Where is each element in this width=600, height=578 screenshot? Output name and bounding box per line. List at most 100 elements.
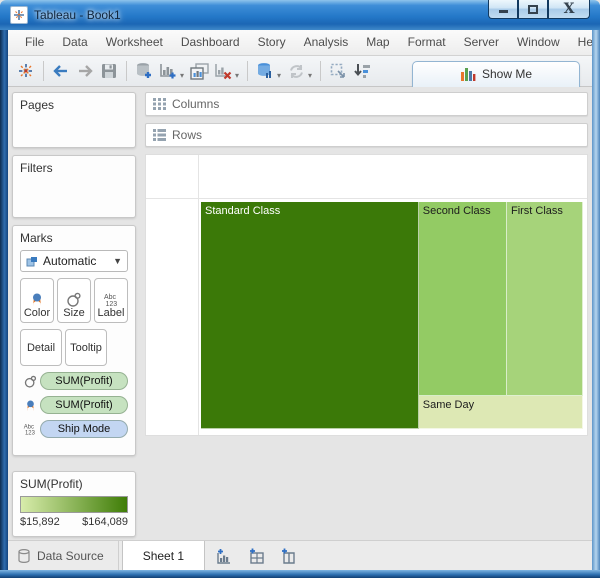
minimize-button[interactable] [488,0,518,19]
tableau-logo-icon [13,9,25,21]
save-button[interactable] [97,59,121,83]
menu-server[interactable]: Server [455,30,508,55]
tooltip-button[interactable]: Tooltip [65,329,107,366]
caption-buttons: X [488,0,590,19]
data-source-tab[interactable]: Data Source [8,541,119,570]
highlight-button[interactable] [326,59,350,83]
clear-sheet-button[interactable] [211,59,235,83]
marks-card: Marks Automatic ▼ [12,225,136,456]
tableau-sparkle-icon [17,62,35,80]
sheet1-tab[interactable]: Sheet 1 [122,541,205,570]
gridline [146,198,587,199]
treemap-node-second-class[interactable]: Second Class [419,202,507,396]
pages-shelf[interactable]: Pages [12,92,136,148]
pill-sum-profit-color[interactable]: SUM(Profit) [40,396,128,414]
size-button[interactable]: Size [57,278,91,323]
data-source-tab-label: Data Source [37,549,104,563]
legend-labels: $15,892 $164,089 [20,516,128,528]
view-data-dropdown-caret[interactable]: ▾ [277,71,281,80]
marks-buttons-row1: Color Size Abc 123 Lab [20,278,128,323]
legend-gradient [20,496,128,513]
menu-worksheet[interactable]: Worksheet [97,30,172,55]
new-worksheet-button[interactable] [156,59,180,83]
menu-file[interactable]: File [16,30,53,55]
toolbar-separator [247,61,248,81]
detail-button[interactable]: Detail [20,329,62,366]
menu-bar: File Data Worksheet Dashboard Story Anal… [8,30,592,56]
menu-map[interactable]: Map [357,30,398,55]
menu-dashboard[interactable]: Dashboard [172,30,249,55]
undo-button[interactable] [49,59,73,83]
toolbar-separator [320,61,321,81]
menu-story[interactable]: Story [249,30,295,55]
tableau-app-icon [10,6,28,24]
new-worksheet-tab-button[interactable] [211,541,237,570]
sort-button[interactable] [350,59,374,83]
view-data-button[interactable] [253,59,277,83]
treemap: Standard Class Second Class First Class … [201,202,583,429]
rows-shelf-label: Rows [172,128,202,142]
undo-arrow-icon [52,64,70,78]
color-legend-card[interactable]: SUM(Profit) $15,892 $164,089 [12,471,136,537]
mark-type-dropdown[interactable]: Automatic ▼ [20,250,128,272]
toolbar: ▾ ▾ ▾ [8,56,592,87]
size-icon [65,292,83,307]
refresh-icon [288,63,305,80]
toolbar-separator [43,61,44,81]
label-label: Label [98,307,125,319]
worksheet-view[interactable]: Standard Class Second Class First Class … [145,154,588,436]
duplicate-sheet-icon [190,63,209,80]
gridline [198,155,199,435]
show-me-button[interactable]: Show Me [412,61,580,87]
menu-analysis[interactable]: Analysis [295,30,358,55]
treemap-node-first-class[interactable]: First Class [507,202,583,396]
new-worksheet-dropdown-caret[interactable]: ▾ [180,71,184,80]
refresh-button[interactable] [284,59,308,83]
color-label: Color [24,307,50,319]
size-pill-row: SUM(Profit) [20,372,128,390]
close-button[interactable]: X [548,0,590,19]
label-button[interactable]: Abc 123 Label [94,278,128,323]
svg-text:Abc: Abc [23,425,33,431]
detail-label: Detail [27,342,55,354]
filters-shelf[interactable]: Filters [12,155,136,218]
menu-data[interactable]: Data [53,30,96,55]
legend-min-value: $15,892 [20,516,60,528]
marks-title: Marks [20,231,128,245]
main-area: Columns Rows Standard Class [140,87,592,540]
tableau-logo-button[interactable] [14,59,38,83]
clear-sheet-dropdown-caret[interactable]: ▾ [235,71,239,80]
pill-sum-profit-size[interactable]: SUM(Profit) [40,372,128,390]
new-dashboard-tab-button[interactable] [243,541,269,570]
save-icon [101,63,117,79]
menu-format[interactable]: Format [399,30,455,55]
mark-type-value: Automatic [43,254,113,268]
size-label: Size [63,307,84,319]
new-story-tab-button[interactable] [275,541,301,570]
redo-button[interactable] [73,59,97,83]
color-button[interactable]: Color [20,278,54,323]
new-worksheet-icon [159,62,177,80]
redo-arrow-icon [76,64,94,78]
duplicate-sheet-button[interactable] [187,59,211,83]
svg-text:Abc: Abc [104,294,117,301]
minimize-icon [499,10,508,13]
columns-icon [153,98,166,110]
rows-shelf[interactable]: Rows [145,123,588,147]
marks-buttons-row2: Detail Tooltip [20,329,128,366]
new-story-icon [280,548,297,564]
treemap-node-same-day[interactable]: Same Day [419,396,583,429]
connect-to-data-button[interactable] [132,59,156,83]
refresh-dropdown-caret[interactable]: ▾ [308,71,312,80]
color-icon [20,399,40,412]
sheet-tab-bar: Data Source Sheet 1 [8,540,592,570]
maximize-button[interactable] [518,0,548,19]
treemap-node-standard-class[interactable]: Standard Class [201,202,419,429]
pill-ship-mode[interactable]: Ship Mode [40,420,128,438]
menu-window[interactable]: Window [508,30,569,55]
treemap-node-label: Standard Class [201,202,418,217]
window-border-bottom [0,570,600,578]
window-border-right [592,30,600,578]
columns-shelf[interactable]: Columns [145,92,588,116]
color-icon [28,292,46,307]
